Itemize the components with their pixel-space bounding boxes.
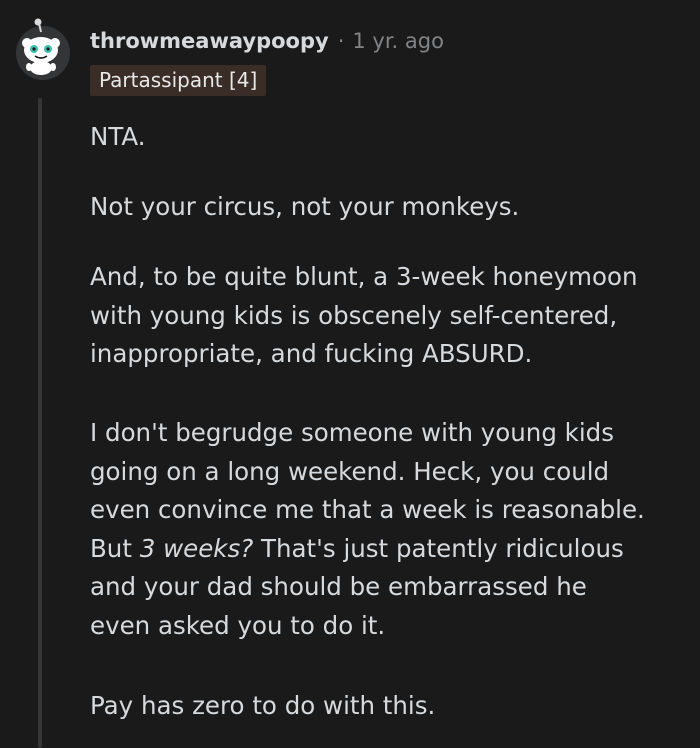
paragraph-4-line: going on a long weekend. Heck, you could bbox=[90, 456, 610, 486]
paragraph-3-line: And, to be quite blunt, a 3-week honeymo… bbox=[90, 262, 638, 291]
paragraph-4-line: even asked you to do it. bbox=[90, 610, 386, 640]
line-text: That's just patently ridiculous bbox=[253, 533, 624, 563]
paragraph-4-line: I don't begrudge someone with young kids bbox=[90, 418, 614, 447]
meta-separator: · bbox=[337, 29, 345, 53]
emphasis-text: 3 weeks? bbox=[139, 533, 254, 563]
paragraph-4: I don't begrudge someone with young kids… bbox=[90, 414, 645, 645]
paragraph-4-line: and your dad should be embarrassed he bbox=[90, 572, 587, 601]
thread-collapse-line[interactable] bbox=[38, 98, 42, 748]
username-link[interactable]: throwmeawaypoopy bbox=[90, 29, 329, 53]
paragraph-3-line: with young kids is obscenely self-center… bbox=[90, 300, 618, 330]
line-text: But bbox=[90, 533, 140, 563]
paragraph-5: Pay has zero to do with this. bbox=[90, 691, 436, 720]
comment-header: throwmeawaypoopy · 1 yr. ago bbox=[90, 26, 444, 56]
user-flair: Partassipant [4] bbox=[90, 65, 267, 96]
snoo-avatar-icon[interactable] bbox=[14, 18, 72, 80]
paragraph-4-line: even convince me that a week is reasonab… bbox=[90, 495, 645, 524]
paragraph-3: And, to be quite blunt, a 3-week honeymo… bbox=[90, 258, 638, 374]
paragraph-1: NTA. bbox=[90, 122, 146, 151]
comment-timestamp[interactable]: 1 yr. ago bbox=[352, 29, 444, 53]
paragraph-4-line: But 3 weeks? That's just patently ridicu… bbox=[90, 530, 645, 569]
paragraph-2: Not your circus, not your monkeys. bbox=[90, 192, 520, 221]
paragraph-3-line: inappropriate, and fucking ABSURD. bbox=[90, 339, 533, 368]
